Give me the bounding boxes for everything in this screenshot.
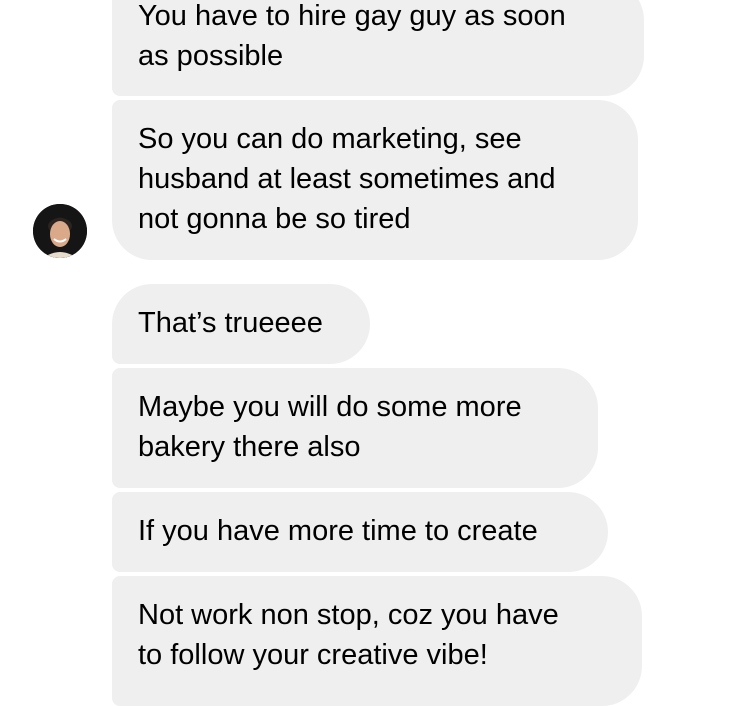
avatar-photo-icon bbox=[33, 204, 87, 258]
message-bubble[interactable]: That’s trueeee bbox=[112, 284, 370, 364]
message-bubble[interactable]: If you have more time to create bbox=[112, 492, 608, 572]
message-bubble[interactable]: So you can do marketing, see husband at … bbox=[112, 100, 638, 260]
message-bubble[interactable]: Maybe you will do some more bakery there… bbox=[112, 368, 598, 488]
message-bubble[interactable]: You have to hire gay guy as soon as poss… bbox=[112, 0, 644, 96]
contact-avatar[interactable] bbox=[33, 204, 87, 258]
message-bubble[interactable]: Not work non stop, coz you have to follo… bbox=[112, 576, 642, 706]
